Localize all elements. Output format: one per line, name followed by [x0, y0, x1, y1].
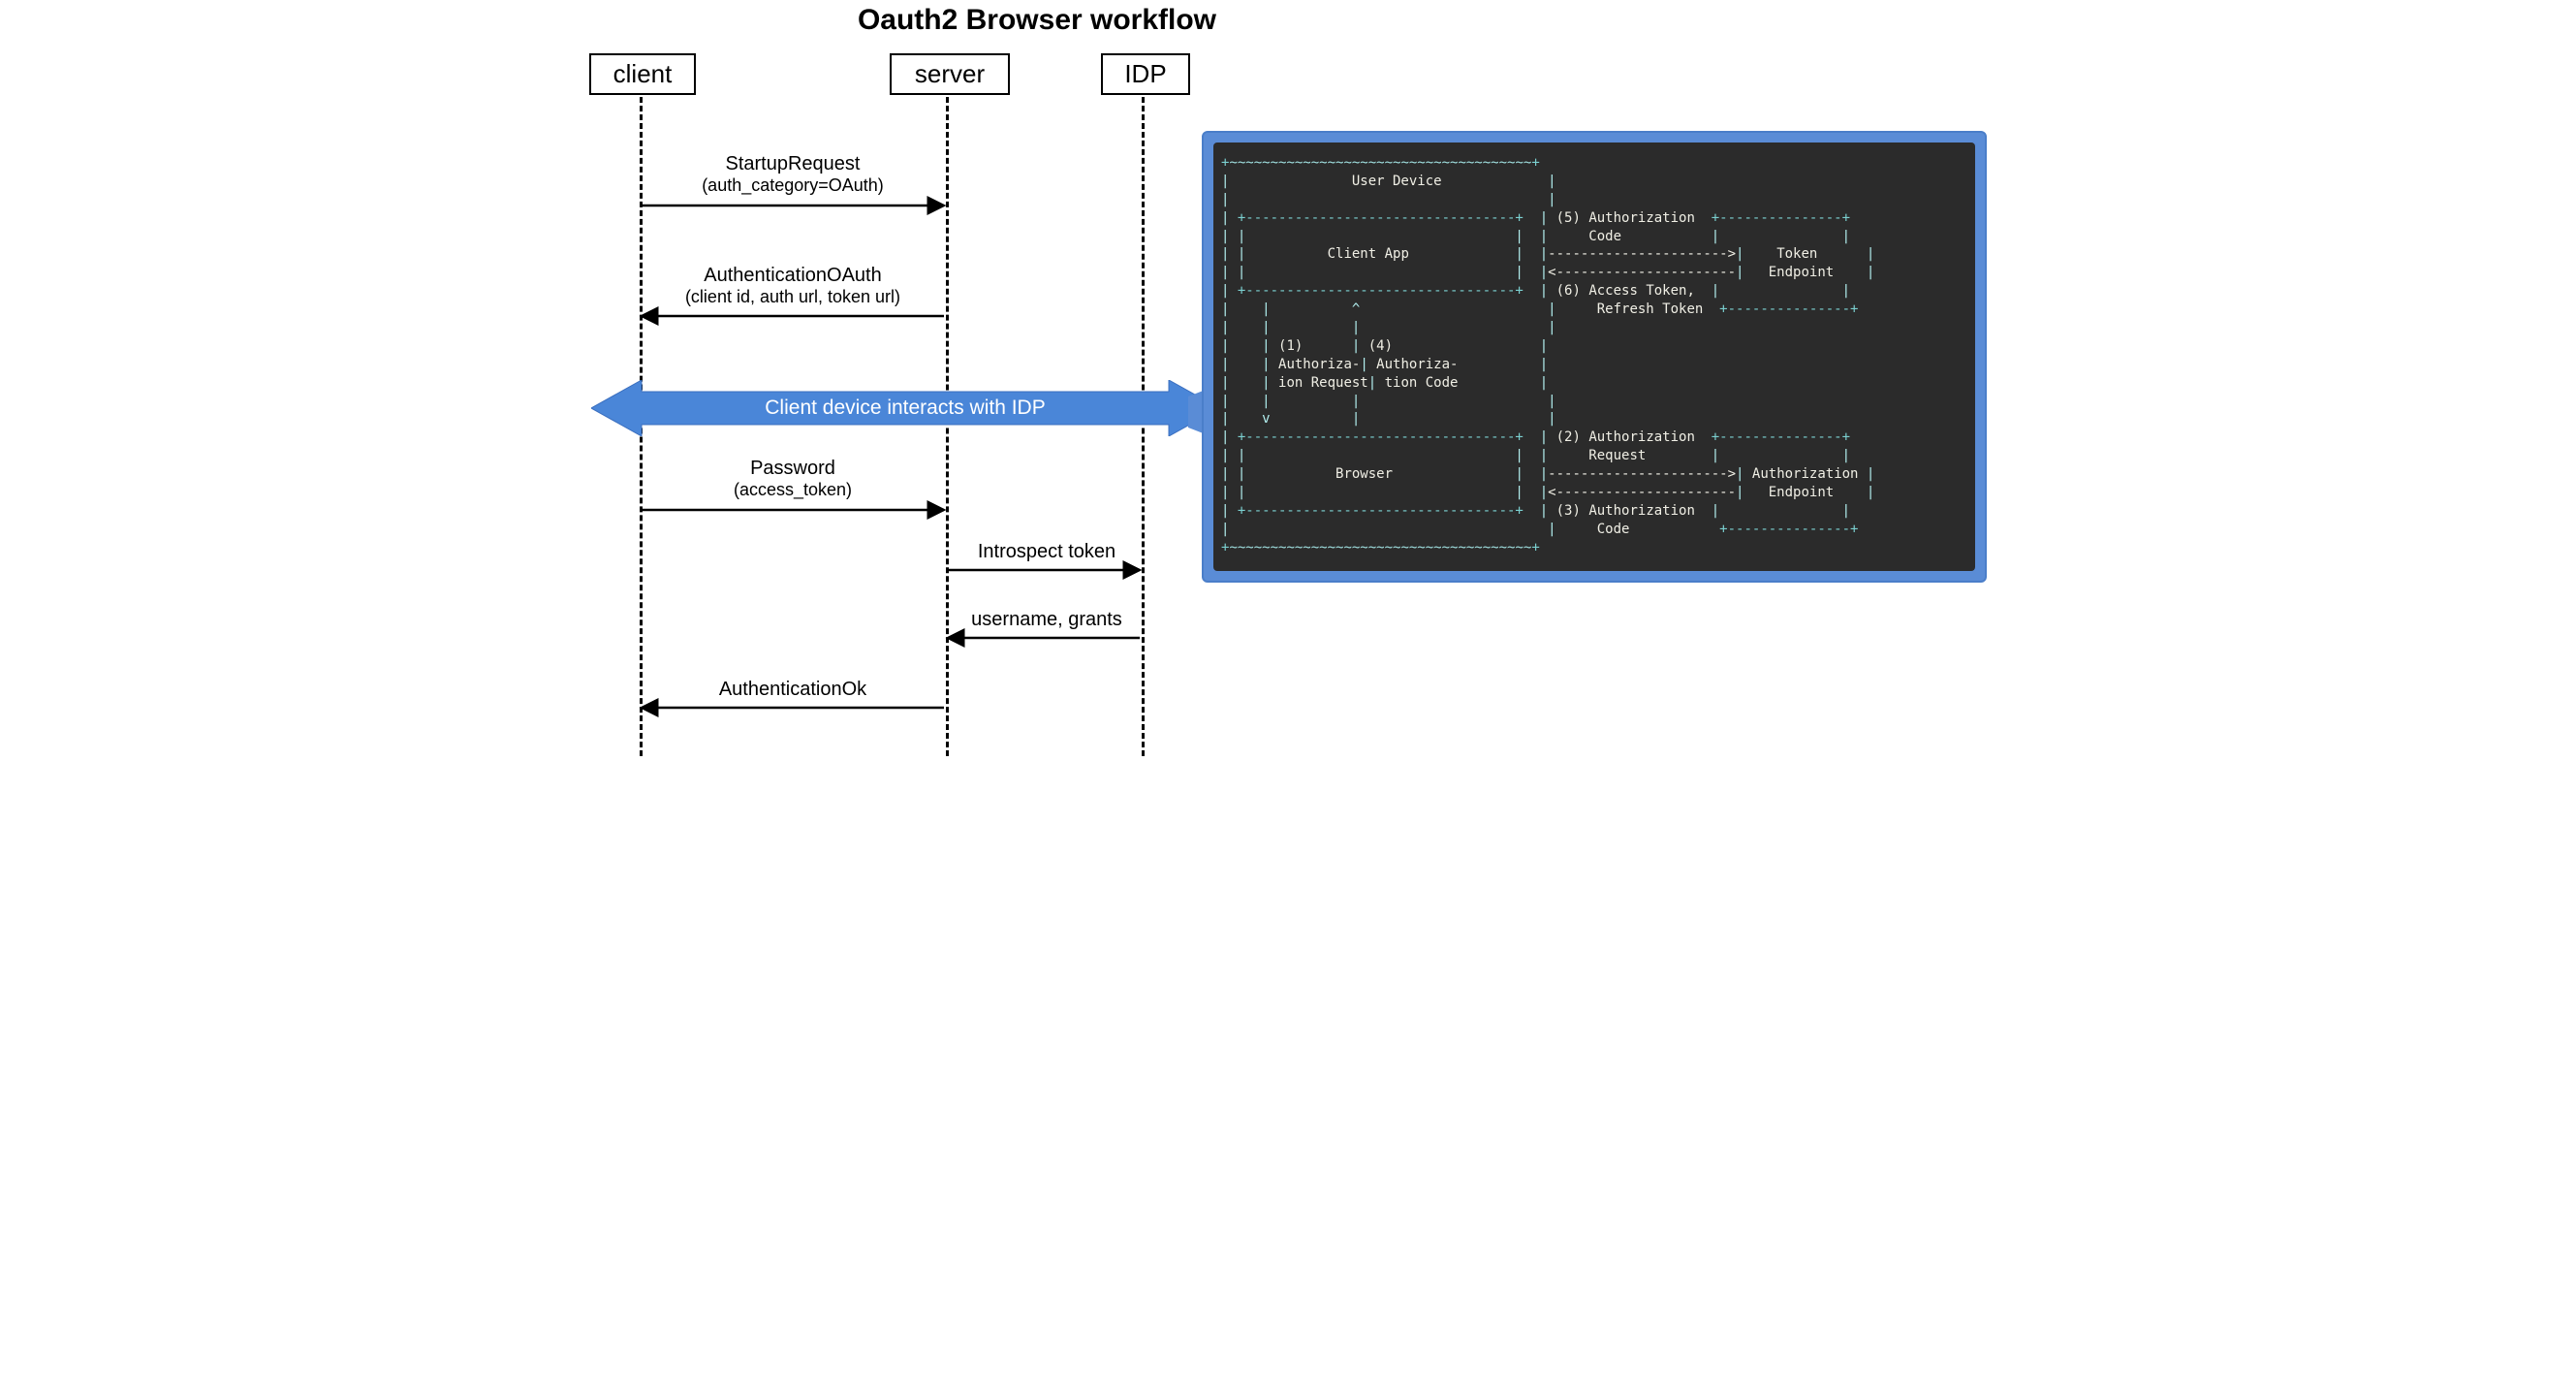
ascii-flow-callout: +~~~~~~~~~~~~~~~~~~~~~~~~~~~~~~~~~~~~~+ … [1202, 131, 1987, 583]
ascii-flow-inner: +~~~~~~~~~~~~~~~~~~~~~~~~~~~~~~~~~~~~~+ … [1213, 143, 1975, 571]
diagram-canvas: Oauth2 Browser workflow client server ID… [572, 0, 2004, 776]
msg-introspect-token-name: Introspect token [978, 541, 1115, 562]
msg-username-grants-name: username, grants [971, 609, 1122, 630]
msg-startup-request-name: StartupRequest [726, 153, 861, 174]
msg-password-name: Password [750, 458, 835, 479]
ascii-flow-text: +~~~~~~~~~~~~~~~~~~~~~~~~~~~~~~~~~~~~~+ … [1221, 154, 1967, 557]
participant-server: server [890, 53, 1010, 95]
msg-startup-request: StartupRequest (auth_category=OAuth) [640, 153, 946, 196]
participant-client: client [589, 53, 696, 95]
msg-authentication-oauth: AuthenticationOAuth (client id, auth url… [640, 265, 946, 307]
diagram-title: Oauth2 Browser workflow [572, 4, 1502, 37]
msg-startup-request-detail: (auth_category=OAuth) [640, 175, 946, 196]
msg-authentication-ok-name: AuthenticationOk [719, 679, 866, 700]
idp-interaction-label: Client device interacts with IDP [591, 396, 1219, 420]
idp-interaction-bar: Client device interacts with IDP [591, 380, 1219, 436]
msg-authentication-oauth-name: AuthenticationOAuth [704, 265, 881, 286]
msg-authentication-oauth-detail: (client id, auth url, token url) [640, 287, 946, 307]
msg-introspect-token: Introspect token [950, 541, 1144, 563]
msg-username-grants: username, grants [950, 609, 1144, 631]
participant-idp: IDP [1101, 53, 1190, 95]
msg-authentication-ok: AuthenticationOk [640, 679, 946, 701]
msg-password-detail: (access_token) [640, 480, 946, 500]
msg-password: Password (access_token) [640, 458, 946, 500]
